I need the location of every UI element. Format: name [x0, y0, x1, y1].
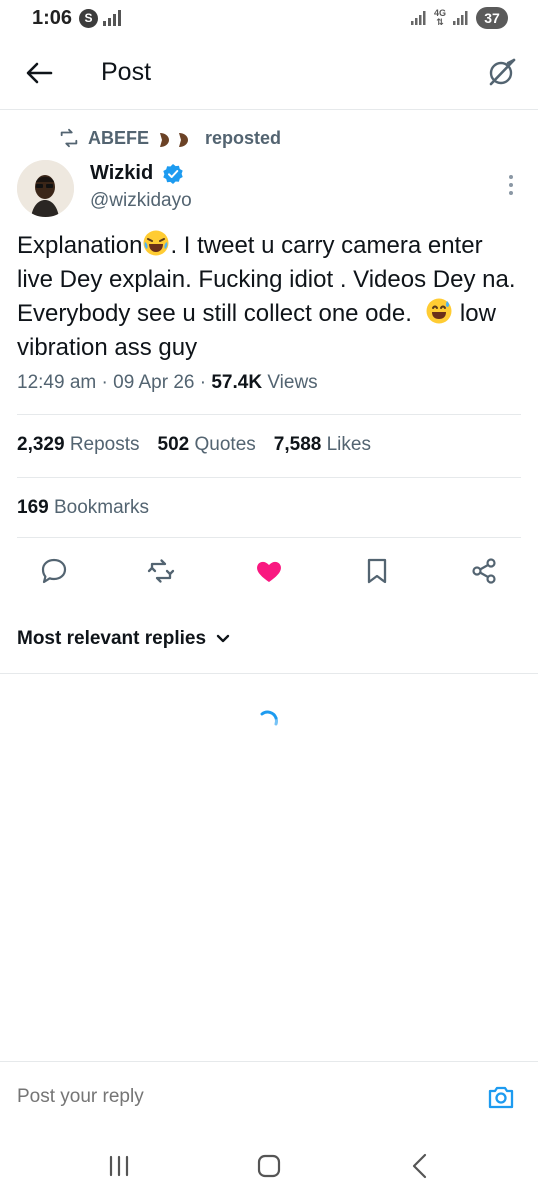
reply-composer: [0, 1061, 538, 1131]
top-bar: Post: [0, 40, 538, 110]
status-time: 1:06: [32, 7, 73, 29]
bookmark-icon[interactable]: [362, 556, 392, 586]
loading-spinner-icon: [260, 710, 279, 726]
divider: [17, 537, 521, 538]
status-right: 4G ⇅ 37: [410, 6, 508, 30]
signal-icon: [103, 10, 121, 26]
divider: [17, 477, 521, 478]
quotes-stat[interactable]: 502 Quotes: [158, 434, 256, 456]
likes-stat[interactable]: 7,588 Likes: [274, 434, 371, 456]
tweet-text: Explanation . I tweet u carry camera ent…: [17, 229, 525, 365]
tweet-meta: 12:49 am · 09 Apr 26 · 57.4K Views: [17, 372, 318, 394]
back-arrow-icon[interactable]: [24, 58, 54, 88]
tweet-time: 12:49 am: [17, 372, 97, 393]
avatar-image: [17, 160, 74, 217]
recent-apps-icon[interactable]: [104, 1151, 134, 1181]
replies-sort-dropdown[interactable]: Most relevant replies: [17, 628, 230, 650]
avatar[interactable]: [17, 160, 74, 217]
author-name[interactable]: Wizkid: [90, 162, 153, 185]
battery-indicator: 37: [476, 7, 508, 29]
more-options-icon[interactable]: [506, 172, 516, 198]
divider: [17, 414, 521, 415]
grok-icon[interactable]: [486, 56, 518, 88]
views-label[interactable]: Views: [262, 372, 317, 393]
reply-icon[interactable]: [39, 556, 69, 586]
status-bar: 1:06 S 4G ⇅ 37: [0, 0, 538, 38]
like-icon[interactable]: [254, 556, 284, 586]
hand-emoji-icon: [160, 133, 189, 147]
network-type: 4G ⇅: [433, 8, 446, 27]
laughing-emoji-icon: [143, 230, 169, 256]
repost-context[interactable]: ABEFE reposted: [58, 126, 281, 150]
chevron-down-icon: [216, 634, 230, 643]
page-title: Post: [101, 58, 152, 86]
author-handle[interactable]: @wizkidayo: [90, 190, 192, 212]
verified-badge-icon: [163, 164, 183, 184]
reposted-label: reposted: [205, 127, 282, 148]
signal-icon: [410, 11, 426, 25]
views-count[interactable]: 57.4K: [211, 372, 262, 393]
app-notification-badge: S: [79, 9, 98, 28]
bookmarks-stat[interactable]: 169 Bookmarks: [17, 497, 149, 519]
repost-icon: [60, 128, 78, 148]
engagement-stats: 2,329 Reposts 502 Quotes 7,588 Likes: [17, 434, 371, 456]
meta-separator: ·: [194, 372, 212, 393]
tweet-date: 09 Apr 26: [113, 372, 195, 393]
divider: [0, 673, 538, 674]
action-bar: [0, 556, 538, 592]
repost-icon[interactable]: [146, 556, 176, 586]
signal-icon: [453, 11, 468, 25]
meta-separator: ·: [96, 372, 114, 393]
replies-sort-label: Most relevant replies: [17, 628, 207, 649]
reposts-stat[interactable]: 2,329 Reposts: [17, 434, 140, 456]
reposter-name: ABEFE: [88, 127, 150, 148]
share-icon[interactable]: [469, 556, 499, 586]
system-navigation-bar: [0, 1131, 538, 1199]
tweet-text-part: Explanation: [17, 232, 143, 259]
camera-icon[interactable]: [486, 1082, 516, 1112]
sweat-smile-emoji-icon: [426, 298, 452, 324]
reply-input[interactable]: [17, 1086, 417, 1108]
back-icon[interactable]: [405, 1151, 435, 1181]
home-icon[interactable]: [254, 1151, 284, 1181]
